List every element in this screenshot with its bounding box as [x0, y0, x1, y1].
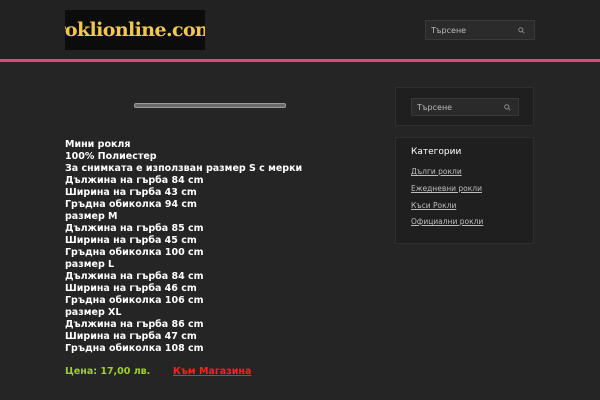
sidebar-search-box: [411, 98, 519, 116]
description-line: Гръдна обиколка 100 cm: [65, 247, 204, 258]
search-icon[interactable]: [514, 23, 528, 37]
description-line: Ширина на гърба 45 cm: [65, 235, 197, 246]
site-header: roklionline.com: [0, 0, 600, 60]
sidebar-search-widget: [395, 87, 534, 126]
description-line: Дължина на гърба 84 cm: [65, 271, 204, 282]
header-search-box: [425, 20, 535, 40]
description-line: Гръдна обиколка 94 cm: [65, 199, 197, 210]
categories-title: Категории: [411, 147, 462, 157]
description-line: За снимката е използван размер S с мерки: [65, 163, 303, 174]
image-slider-bar[interactable]: [134, 103, 286, 108]
header-search-input[interactable]: [426, 25, 514, 35]
description-line: размер XL: [65, 307, 122, 318]
description-line: Ширина на гърба 46 cm: [65, 283, 197, 294]
description-line: Дължина на гърба 85 cm: [65, 223, 204, 234]
product-description: Мини рокля 100% Полиестер За снимката е …: [65, 139, 385, 355]
shop-link[interactable]: Към Магазина: [173, 366, 251, 378]
description-line: Дължина на гърба 86 cm: [65, 319, 204, 330]
description-line: Ширина на гърба 43 cm: [65, 187, 197, 198]
search-icon[interactable]: [500, 100, 514, 114]
product-price: Цена: 17,00 лв.: [65, 366, 151, 377]
description-line: Ширина на гърба 47 cm: [65, 331, 197, 342]
description-line: Дължина на гърба 84 cm: [65, 175, 204, 186]
description-line: Гръдна обиколка 108 cm: [65, 343, 204, 354]
description-line: 100% Полиестер: [65, 151, 157, 162]
sidebar-search-input[interactable]: [412, 102, 500, 112]
price-row: Цена: 17,00 лв. Към Магазина: [65, 366, 365, 378]
logo-text: roklionline.com: [65, 19, 205, 41]
category-link[interactable]: Ежедневни рокли: [411, 184, 482, 193]
categories-widget: Категории Дълги рокли Ежедневни рокли Къ…: [395, 137, 534, 244]
header-divider: [0, 59, 600, 62]
description-line: Мини рокля: [65, 139, 131, 150]
category-link[interactable]: Дълги рокли: [411, 167, 462, 176]
site-logo[interactable]: roklionline.com: [65, 10, 205, 50]
description-line: размер M: [65, 211, 118, 222]
description-line: Гръдна обиколка 106 cm: [65, 295, 204, 306]
category-link[interactable]: Къси Рокли: [411, 201, 456, 210]
description-line: размер L: [65, 259, 115, 270]
category-link[interactable]: Официални рокли: [411, 217, 483, 226]
